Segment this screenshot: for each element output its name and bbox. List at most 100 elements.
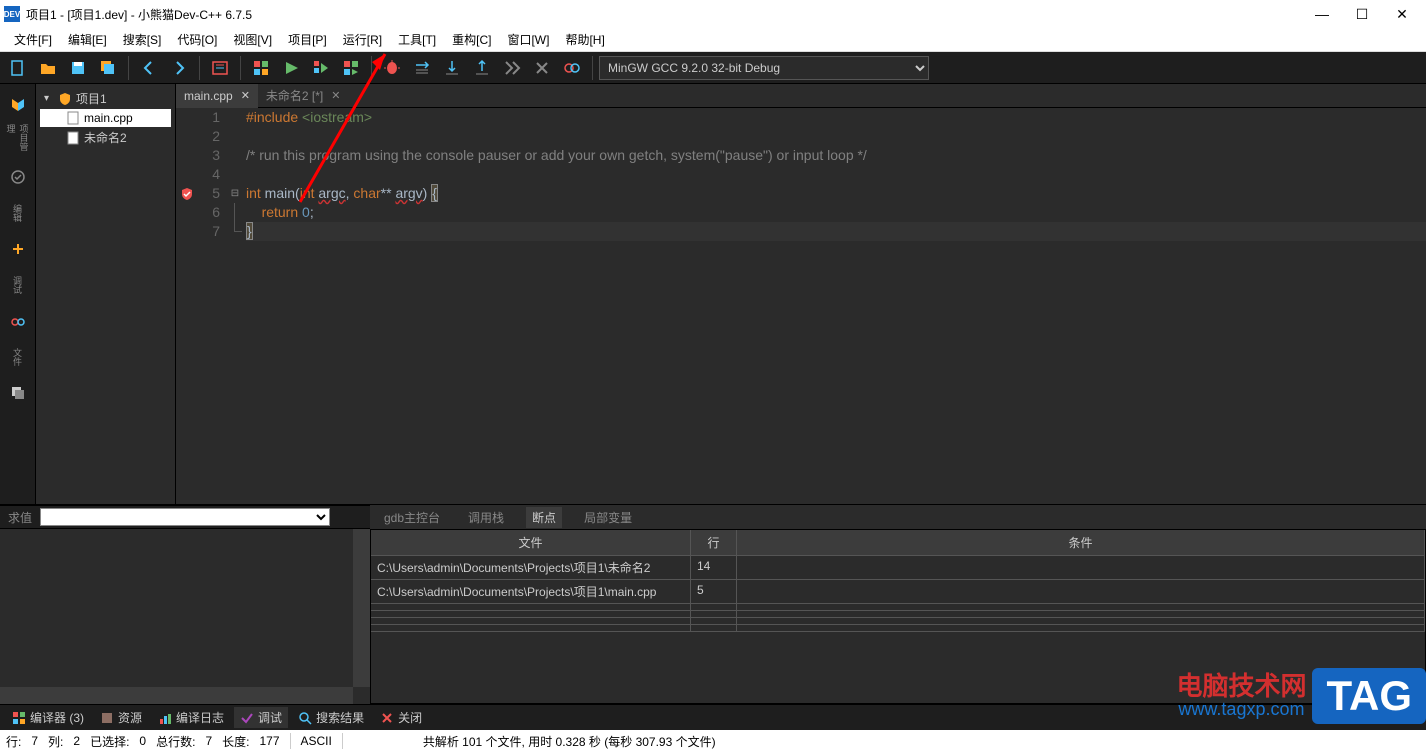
bottom-tab-search[interactable]: 搜索结果	[292, 707, 370, 728]
menu-refactor[interactable]: 重构[C]	[444, 31, 499, 48]
eval-row: 求值	[0, 505, 370, 529]
forward-icon[interactable]	[165, 54, 193, 82]
new-file-icon[interactable]	[4, 54, 32, 82]
sidebar-tab-plus-icon[interactable]	[2, 232, 34, 266]
tree-file-main[interactable]: main.cpp	[40, 109, 171, 127]
scrollbar-vertical[interactable]	[353, 529, 370, 687]
open-folder-icon[interactable]	[34, 54, 62, 82]
continue-icon[interactable]	[498, 54, 526, 82]
header-line[interactable]: 行	[691, 530, 737, 555]
minimize-button[interactable]: —	[1312, 6, 1332, 23]
compile-icon[interactable]	[247, 54, 275, 82]
table-row[interactable]: C:\Users\admin\Documents\Projects\项目1\ma…	[371, 580, 1425, 604]
bottom-tab-debug[interactable]: 调试	[234, 707, 288, 728]
status-col-value: 2	[73, 734, 80, 748]
debug-tabs: gdb主控台 调用栈 断点 局部变量	[370, 505, 1426, 529]
maximize-button[interactable]: ☐	[1352, 6, 1372, 23]
sidebar-tab-project[interactable]	[2, 88, 34, 122]
breakpoint-marker-icon[interactable]	[176, 184, 198, 203]
toolbar-separator	[371, 56, 372, 80]
titlebar: DEV 项目1 - [项目1.dev] - 小熊猫Dev-C++ 6.7.5 —…	[0, 0, 1426, 28]
menu-view[interactable]: 视图[V]	[225, 31, 280, 48]
x-icon	[380, 711, 394, 725]
table-row[interactable]	[371, 604, 1425, 611]
table-row[interactable]	[371, 611, 1425, 618]
bottom-tab-log[interactable]: 编译日志	[152, 707, 230, 728]
toolbar-separator	[592, 56, 593, 80]
editor-tabs: main.cpp ✕ 未命名2 [*] ✕	[176, 84, 1426, 108]
sidebar-tab-files-label[interactable]: 文件	[2, 340, 34, 374]
sidebar-tab-edit-label[interactable]: 编辑	[2, 196, 34, 230]
close-button[interactable]: ✕	[1392, 6, 1412, 23]
project-panel: ▾ 项目1 main.cpp 未命名2	[36, 84, 176, 504]
sidebar-tab-binoculars-icon[interactable]	[2, 304, 34, 338]
menu-file[interactable]: 文件[F]	[6, 31, 60, 48]
toolbar-separator	[128, 56, 129, 80]
grid-icon	[12, 711, 26, 725]
table-row[interactable]	[371, 625, 1425, 632]
code-content[interactable]: #include <iostream> /* run this program …	[242, 108, 1426, 504]
bookmark-icon[interactable]	[206, 54, 234, 82]
code-editor[interactable]: 1234567 ⊟ #include <iostream> /* run thi…	[176, 108, 1426, 504]
rebuild-icon[interactable]	[337, 54, 365, 82]
tree-root[interactable]: ▾ 项目1	[40, 88, 171, 109]
watch-panel: 求值	[0, 505, 370, 704]
editor-tab-unnamed[interactable]: 未命名2 [*] ✕	[258, 84, 349, 108]
menu-project[interactable]: 项目[P]	[280, 31, 335, 48]
debug-icon[interactable]	[378, 54, 406, 82]
back-icon[interactable]	[135, 54, 163, 82]
box-icon	[100, 711, 114, 725]
menu-code[interactable]: 代码[O]	[169, 31, 225, 48]
bottom-tab-compiler[interactable]: 编译器 (3)	[6, 707, 90, 728]
debug-tab-console[interactable]: gdb主控台	[378, 507, 446, 528]
stop-icon[interactable]	[528, 54, 556, 82]
debug-tab-locals[interactable]: 局部变量	[578, 507, 638, 528]
menu-window[interactable]: 窗口[W]	[499, 31, 557, 48]
status-encoding: ASCII	[301, 734, 332, 748]
status-total-value: 7	[205, 734, 212, 748]
menu-tools[interactable]: 工具[T]	[390, 31, 444, 48]
eval-input[interactable]	[40, 508, 330, 526]
header-cond[interactable]: 条件	[737, 530, 1425, 555]
editor-tab-main[interactable]: main.cpp ✕	[176, 84, 258, 108]
gutter	[176, 108, 198, 504]
menu-search[interactable]: 搜索[S]	[115, 31, 170, 48]
close-icon[interactable]: ✕	[241, 89, 250, 102]
header-file[interactable]: 文件	[371, 530, 691, 555]
menu-help[interactable]: 帮助[H]	[557, 31, 612, 48]
table-row[interactable]: C:\Users\admin\Documents\Projects\项目1\未命…	[371, 556, 1425, 580]
separator	[290, 733, 291, 749]
run-icon[interactable]	[277, 54, 305, 82]
menu-run[interactable]: 运行[R]	[335, 31, 390, 48]
menu-edit[interactable]: 编辑[E]	[60, 31, 115, 48]
close-icon[interactable]: ✕	[331, 89, 340, 102]
debug-tab-callstack[interactable]: 调用栈	[462, 507, 510, 528]
line-numbers: 1234567	[198, 108, 228, 504]
watch-icon[interactable]	[558, 54, 586, 82]
compile-run-icon[interactable]	[307, 54, 335, 82]
tree-file-unnamed[interactable]: 未命名2	[40, 127, 171, 148]
debug-tab-breakpoints[interactable]: 断点	[526, 507, 562, 528]
app-icon: DEV	[4, 6, 20, 22]
sidebar-tab-debug-label[interactable]: 调试	[2, 268, 34, 302]
fold-toggle-icon[interactable]: ⊟	[228, 184, 242, 203]
step-into-icon[interactable]	[438, 54, 466, 82]
table-row[interactable]	[371, 618, 1425, 625]
tab-label: main.cpp	[184, 89, 233, 103]
step-over-icon[interactable]	[408, 54, 436, 82]
scrollbar-horizontal[interactable]	[0, 687, 353, 704]
sidebar-tab-edit-icon[interactable]	[2, 160, 34, 194]
save-all-icon[interactable]	[94, 54, 122, 82]
watch-list[interactable]	[0, 529, 370, 704]
bottom-tab-resource[interactable]: 资源	[94, 707, 148, 728]
bottom-tab-close[interactable]: 关闭	[374, 707, 428, 728]
check-icon	[240, 711, 254, 725]
status-row-value: 7	[31, 734, 38, 748]
compiler-select[interactable]: MinGW GCC 9.2.0 32-bit Debug	[599, 56, 929, 80]
sidebar-tab-project-label[interactable]: 项目管理	[2, 124, 34, 158]
sidebar-tab-copy-icon[interactable]	[2, 376, 34, 410]
left-sidebar: 项目管理 编辑 调试 文件	[0, 84, 36, 504]
collapse-icon[interactable]: ▾	[44, 93, 54, 104]
step-out-icon[interactable]	[468, 54, 496, 82]
save-icon[interactable]	[64, 54, 92, 82]
